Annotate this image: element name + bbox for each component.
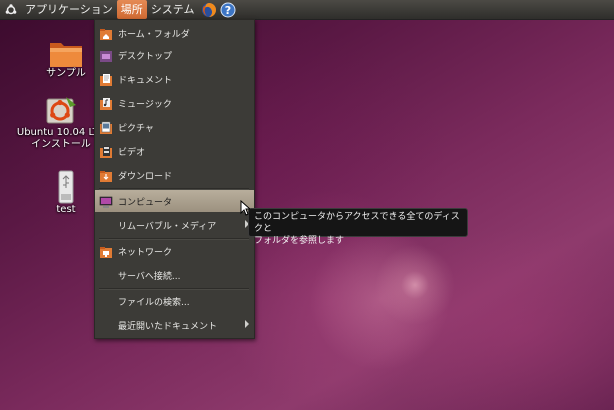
menu-item-desktop[interactable]: デスクトップ xyxy=(95,44,254,66)
menu-item-downloads[interactable]: ダウンロード xyxy=(95,164,254,186)
menu-item-search-files[interactable]: ファイルの検索... xyxy=(95,290,254,312)
music-folder-icon xyxy=(99,96,113,110)
applications-menu[interactable]: アプリケーション xyxy=(21,0,117,19)
menu-item-network[interactable]: ネットワーク xyxy=(95,240,254,262)
menu-item-pictures[interactable]: ピクチャ xyxy=(95,116,254,138)
desktop-folder-icon xyxy=(99,48,113,62)
submenu-arrow-icon xyxy=(245,320,249,328)
computer-icon xyxy=(99,194,113,208)
tooltip-line-2: フォルダを参照します xyxy=(254,236,345,246)
menu-item-connect-server[interactable]: サーバへ接続... xyxy=(95,264,254,286)
menu-item-label: デスクトップ xyxy=(118,51,173,62)
menu-item-label: コンピュータ xyxy=(118,197,173,208)
folder-icon xyxy=(49,38,83,68)
pictures-folder-icon xyxy=(99,120,113,134)
menu-item-music[interactable]: ミュージック xyxy=(95,92,254,114)
menu-item-videos[interactable]: ビデオ xyxy=(95,140,254,162)
help-icon[interactable]: ? xyxy=(220,2,236,18)
installer-icon xyxy=(44,95,78,127)
places-menu: ホーム・フォルダ デスクトップ ドキュメント ミュージック ピクチャ ビデオ ダ… xyxy=(94,19,255,339)
mouse-cursor-icon xyxy=(240,199,252,216)
menu-item-removable-media[interactable]: リムーバブル・メディア xyxy=(95,214,254,236)
ubuntu-logo-icon[interactable] xyxy=(5,3,17,16)
documents-folder-icon xyxy=(99,72,113,86)
svg-text:?: ? xyxy=(225,4,231,17)
menu-item-label: ピクチャ xyxy=(118,123,154,134)
menu-item-label: サーバへ接続... xyxy=(118,271,181,282)
home-folder-icon xyxy=(99,26,113,40)
menu-item-home[interactable]: ホーム・フォルダ xyxy=(95,22,254,44)
menu-item-label: ホーム・フォルダ xyxy=(118,29,190,40)
menu-item-label: リムーバブル・メディア xyxy=(118,221,217,232)
downloads-folder-icon xyxy=(99,168,113,182)
menu-item-label: ドキュメント xyxy=(118,75,173,86)
tooltip: このコンピュータからアクセスできる全てのディスクと フォルダを参照します xyxy=(248,208,468,246)
videos-folder-icon xyxy=(99,144,113,158)
menu-item-label: 最近開いたドキュメント xyxy=(118,321,218,332)
menu-item-label: ビデオ xyxy=(118,147,146,158)
menu-item-label: ミュージック xyxy=(118,99,172,110)
places-menu-button[interactable]: 場所 xyxy=(116,0,147,19)
top-panel: アプリケーション 場所 システム ? xyxy=(0,0,614,20)
usb-drive-icon xyxy=(56,170,76,204)
network-folder-icon xyxy=(99,244,113,258)
tooltip-line-1: このコンピュータからアクセスできる全てのディスクと xyxy=(254,212,460,234)
menu-item-recent-documents[interactable]: 最近開いたドキュメント xyxy=(95,314,254,336)
system-menu[interactable]: システム xyxy=(147,0,199,19)
menu-item-computer[interactable]: コンピュータ xyxy=(95,190,254,212)
menu-item-label: ファイルの検索... xyxy=(118,297,190,308)
firefox-icon[interactable] xyxy=(201,2,217,18)
menu-item-label: ネットワーク xyxy=(118,247,173,258)
menu-item-documents[interactable]: ドキュメント xyxy=(95,68,254,90)
menu-item-label: ダウンロード xyxy=(118,171,173,182)
